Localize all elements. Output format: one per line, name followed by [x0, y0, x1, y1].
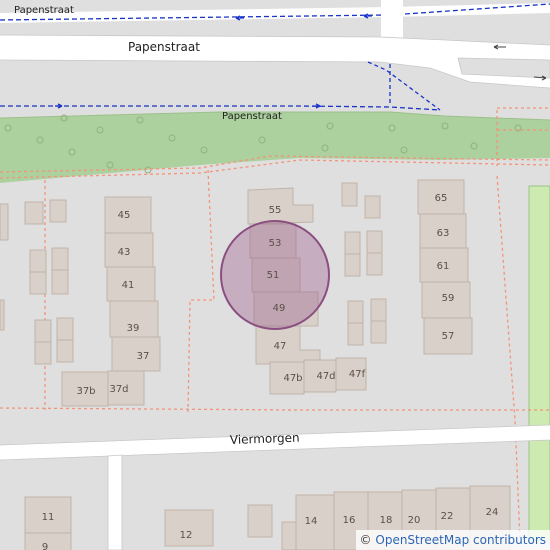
house-number: 45 [118, 210, 131, 221]
road-side-street [107, 454, 123, 550]
house-number: 53 [269, 238, 282, 249]
house-number: 16 [343, 515, 356, 526]
copyright-symbol: © [359, 533, 372, 547]
house-number: 41 [122, 280, 135, 291]
street-label-top: Papenstraat [14, 5, 74, 16]
house-number: 9 [42, 542, 48, 550]
house-number: 12 [180, 530, 193, 541]
house-number: 37d [109, 384, 128, 395]
house-number: 37 [137, 351, 150, 362]
street-label-path: Papenstraat [222, 111, 282, 122]
house-number: 59 [442, 293, 455, 304]
house-number: 22 [441, 511, 454, 522]
house-number: 65 [435, 193, 448, 204]
green-area-right [528, 185, 550, 541]
street-label-papenstraat: Papenstraat [128, 40, 200, 54]
house-number: 43 [118, 247, 131, 258]
house-number: 61 [437, 261, 450, 272]
map-attribution: © OpenStreetMap contributors [355, 530, 550, 550]
house-number: 47d [316, 371, 335, 382]
house-number: 14 [305, 516, 318, 527]
house-number: 51 [267, 270, 280, 281]
street-label-viermorgen: Viermorgen [230, 431, 300, 447]
house-number: 57 [442, 331, 455, 342]
house-number: 20 [408, 515, 421, 526]
attribution-link[interactable]: OpenStreetMap contributors [375, 533, 546, 547]
map-canvas[interactable]: Papenstraat Papenstraat Papenstraat Vier… [0, 0, 550, 550]
road-connector [381, 0, 403, 38]
house-number: 11 [42, 512, 55, 523]
house-number: 49 [273, 303, 286, 314]
house-number: 55 [269, 205, 282, 216]
house-number: 63 [437, 228, 450, 239]
house-number: 47 [274, 341, 287, 352]
house-number: 24 [486, 507, 499, 518]
house-number: 37b [76, 386, 95, 397]
map-view[interactable]: Papenstraat Papenstraat Papenstraat Vier… [0, 0, 550, 550]
house-number: 18 [380, 515, 393, 526]
house-number: 47b [283, 373, 302, 384]
house-number: 39 [127, 323, 140, 334]
house-number: 47f [349, 369, 366, 380]
